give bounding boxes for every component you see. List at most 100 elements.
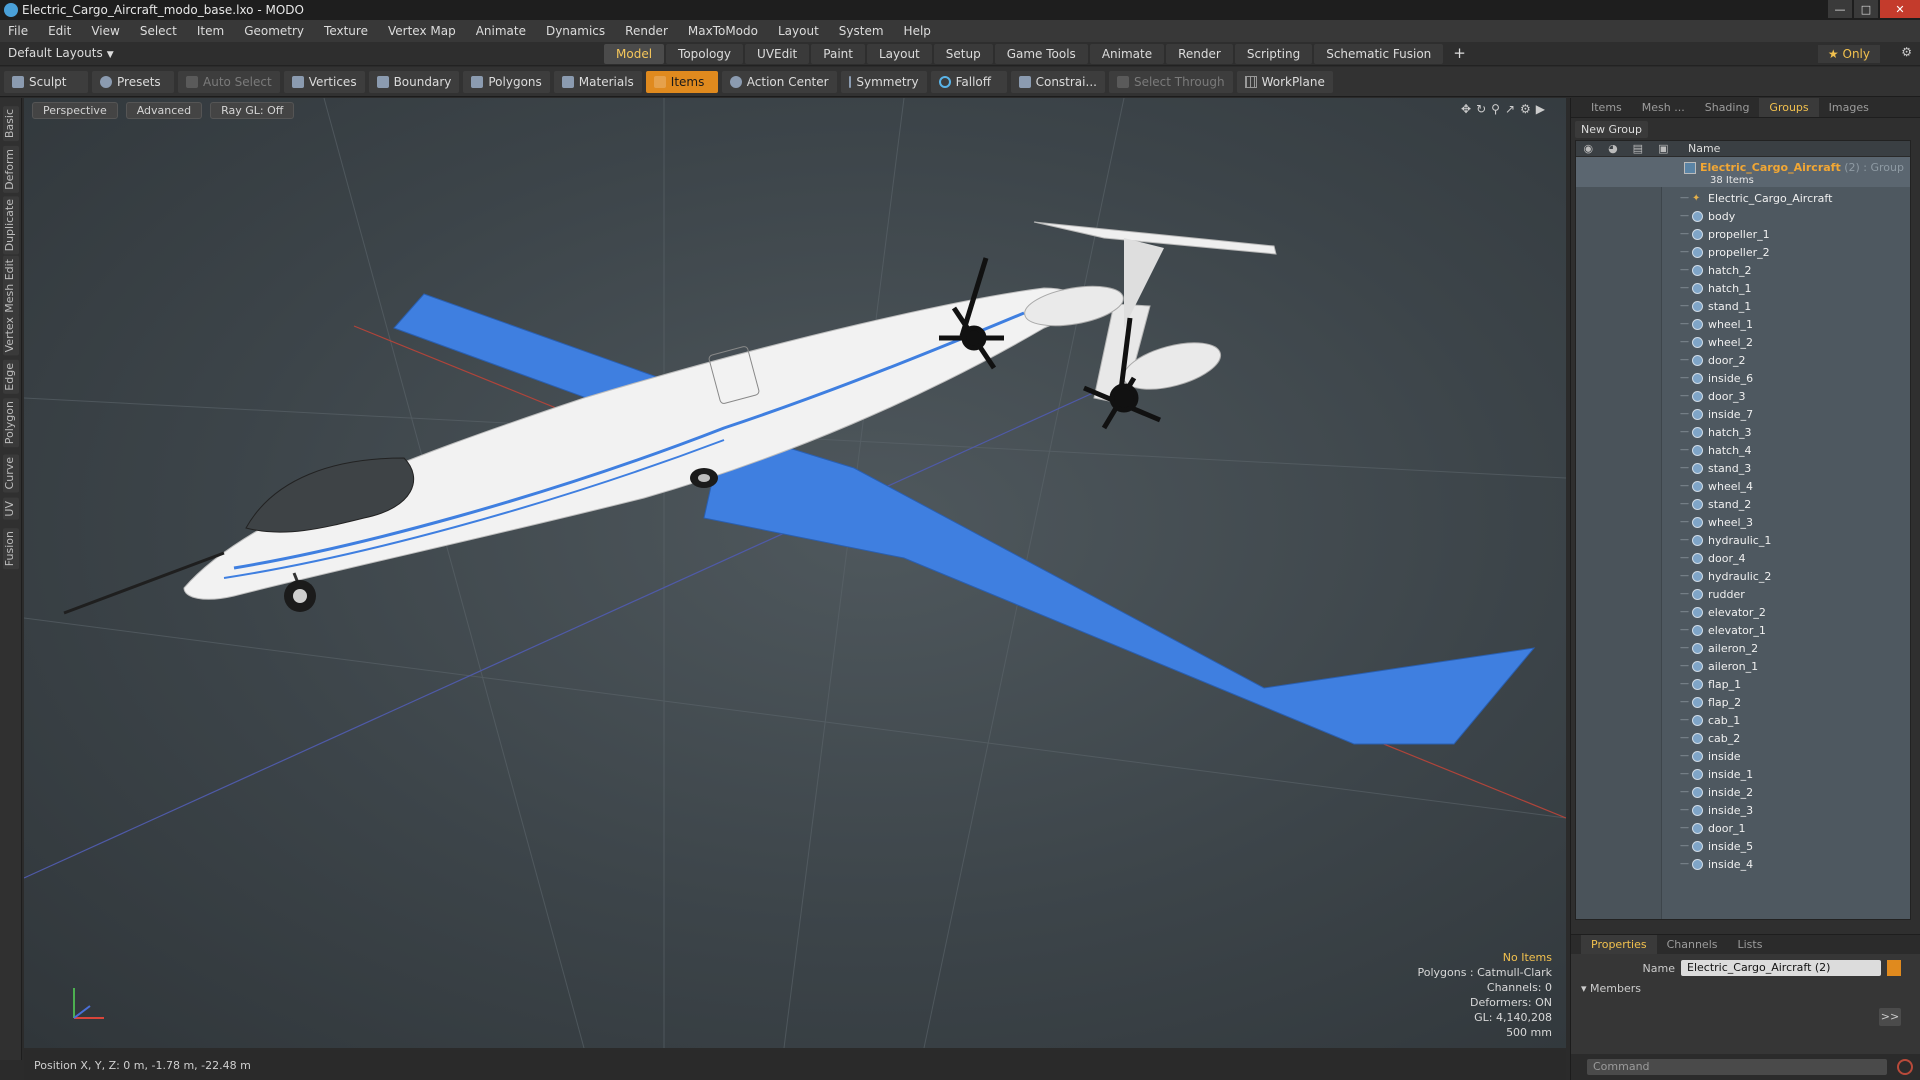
menu-render[interactable]: Render xyxy=(625,24,668,38)
render-icon[interactable]: ◕ xyxy=(1608,142,1618,155)
groups-tree[interactable]: ◉ ◕ ▤ ▣ Name Electric_Cargo_Aircraft (2) : … xyxy=(1575,140,1911,920)
3d-viewport[interactable]: Perspective Advanced Ray GL: Off ✥↻⚲↗⚙▶ … xyxy=(24,98,1566,1048)
vtab-edge[interactable]: Edge xyxy=(3,360,19,394)
group-member-row[interactable]: — wheel_2 xyxy=(1576,333,1910,351)
menu-maxtomodo[interactable]: MaxToModo xyxy=(688,24,758,38)
symmetry-button[interactable]: Symmetry xyxy=(840,70,927,93)
group-color-swatch[interactable] xyxy=(1887,960,1901,976)
tab-scripting[interactable]: Scripting xyxy=(1234,44,1313,64)
eye-icon[interactable]: ◉ xyxy=(1583,142,1593,155)
tab-mesh[interactable]: Mesh ... xyxy=(1632,98,1695,117)
group-member-row[interactable]: — inside_2 xyxy=(1576,783,1910,801)
group-member-row[interactable]: — stand_2 xyxy=(1576,495,1910,513)
polygons-button[interactable]: Polygons xyxy=(463,70,550,93)
fit-icon[interactable]: ↗ xyxy=(1505,102,1520,116)
close-icon[interactable]: ✕ xyxy=(1880,0,1920,18)
pan-icon[interactable]: ✥ xyxy=(1461,102,1476,116)
menu-texture[interactable]: Texture xyxy=(324,24,368,38)
only-toggle[interactable]: ★ Only xyxy=(1817,45,1880,63)
group-member-row[interactable]: — aileron_1 xyxy=(1576,657,1910,675)
group-member-row[interactable]: — propeller_2 xyxy=(1576,243,1910,261)
group-member-row[interactable]: — inside_1 xyxy=(1576,765,1910,783)
menu-item[interactable]: Item xyxy=(197,24,224,38)
tab-uvedit[interactable]: UVEdit xyxy=(745,44,810,64)
group-member-row[interactable]: — wheel_4 xyxy=(1576,477,1910,495)
group-member-row[interactable]: — inside_6 xyxy=(1576,369,1910,387)
menu-dynamics[interactable]: Dynamics xyxy=(546,24,605,38)
lock-icon[interactable]: ▤ xyxy=(1633,142,1643,155)
vtab-vertex[interactable]: Vertex xyxy=(3,314,19,356)
menu-animate[interactable]: Animate xyxy=(476,24,526,38)
group-member-row[interactable]: — hatch_2 xyxy=(1576,261,1910,279)
default-layouts-dropdown[interactable]: Default Layouts ▼ xyxy=(8,46,114,60)
select-through-button[interactable]: Select Through xyxy=(1108,70,1233,93)
menu-view[interactable]: View xyxy=(91,24,119,38)
group-member-row[interactable]: — flap_1 xyxy=(1576,675,1910,693)
presets-button[interactable]: Presets xyxy=(92,70,174,93)
menu-system[interactable]: System xyxy=(839,24,884,38)
command-input[interactable]: Command xyxy=(1587,1059,1887,1075)
group-member-row[interactable]: — wheel_3 xyxy=(1576,513,1910,531)
action-center-button[interactable]: Action Center xyxy=(721,70,837,93)
group-member-row[interactable]: — rudder xyxy=(1576,585,1910,603)
boundary-button[interactable]: Boundary xyxy=(368,70,460,93)
vtab-polygon[interactable]: Polygon xyxy=(3,398,19,448)
tab-animate[interactable]: Animate xyxy=(1089,44,1165,64)
maximize-icon[interactable]: □ xyxy=(1854,0,1878,18)
group-member-row[interactable]: — hatch_3 xyxy=(1576,423,1910,441)
vtab-mesh-edit[interactable]: Mesh Edit xyxy=(3,256,19,316)
vtab-curve[interactable]: Curve xyxy=(3,454,19,493)
group-member-row[interactable]: — cab_1 xyxy=(1576,711,1910,729)
group-member-row[interactable]: — hatch_1 xyxy=(1576,279,1910,297)
menu-help[interactable]: Help xyxy=(904,24,931,38)
auto-select-button[interactable]: Auto Select xyxy=(178,70,280,93)
members-section[interactable]: ▾ Members xyxy=(1581,982,1641,995)
group-member-row[interactable]: — door_1 xyxy=(1576,819,1910,837)
shading-mode-dropdown[interactable]: Advanced xyxy=(125,102,203,119)
minimize-icon[interactable]: — xyxy=(1828,0,1852,18)
group-member-row[interactable]: — inside_7 xyxy=(1576,405,1910,423)
name-field[interactable]: Electric_Cargo_Aircraft (2) xyxy=(1681,960,1881,976)
group-member-row[interactable]: — stand_1 xyxy=(1576,297,1910,315)
menu-layout[interactable]: Layout xyxy=(778,24,819,38)
workplane-button[interactable]: WorkPlane xyxy=(1236,70,1333,93)
group-member-row[interactable]: — door_4 xyxy=(1576,549,1910,567)
rotate-icon[interactable]: ↻ xyxy=(1476,102,1491,116)
group-member-row[interactable]: — flap_2 xyxy=(1576,693,1910,711)
group-member-row[interactable]: — door_2 xyxy=(1576,351,1910,369)
group-member-row[interactable]: — propeller_1 xyxy=(1576,225,1910,243)
view-mode-dropdown[interactable]: Perspective xyxy=(32,102,118,119)
constraints-button[interactable]: Constrai... xyxy=(1010,70,1105,93)
raygl-toggle[interactable]: Ray GL: Off xyxy=(210,102,295,119)
menu-geometry[interactable]: Geometry xyxy=(244,24,304,38)
group-member-row[interactable]: — inside_4 xyxy=(1576,855,1910,873)
zoom-icon[interactable]: ⚲ xyxy=(1491,102,1505,116)
tab-properties[interactable]: Properties xyxy=(1581,935,1657,954)
group-row[interactable]: Electric_Cargo_Aircraft (2) : Group 38 I… xyxy=(1576,157,1910,187)
group-member-row[interactable]: — body xyxy=(1576,207,1910,225)
tab-paint[interactable]: Paint xyxy=(811,44,865,64)
gear-icon[interactable]: ⚙ xyxy=(1901,45,1912,59)
menu-file[interactable]: File xyxy=(8,24,28,38)
group-member-row[interactable]: — stand_3 xyxy=(1576,459,1910,477)
tab-game-tools[interactable]: Game Tools xyxy=(994,44,1088,64)
group-member-row[interactable]: — aileron_2 xyxy=(1576,639,1910,657)
tab-channels[interactable]: Channels xyxy=(1657,935,1728,954)
items-button[interactable]: Items xyxy=(645,70,718,93)
tab-items[interactable]: Items xyxy=(1581,98,1632,117)
group-member-row[interactable]: — inside_5 xyxy=(1576,837,1910,855)
select-icon[interactable]: ▣ xyxy=(1658,142,1668,155)
group-member-row[interactable]: — hydraulic_2 xyxy=(1576,567,1910,585)
tab-lists[interactable]: Lists xyxy=(1728,935,1773,954)
tab-schematic-fusion[interactable]: Schematic Fusion xyxy=(1314,44,1444,64)
menu-edit[interactable]: Edit xyxy=(48,24,71,38)
tab-topology[interactable]: Topology xyxy=(666,44,744,64)
materials-button[interactable]: Materials xyxy=(553,70,642,93)
tab-groups[interactable]: Groups xyxy=(1759,98,1819,117)
sculpt-button[interactable]: Sculpt xyxy=(4,70,88,93)
tab-shading[interactable]: Shading xyxy=(1695,98,1760,117)
group-member-row[interactable]: — inside xyxy=(1576,747,1910,765)
vtab-uv[interactable]: UV xyxy=(3,498,19,520)
viewport-gear-icon[interactable]: ⚙ xyxy=(1520,102,1536,116)
tab-model[interactable]: Model xyxy=(604,44,665,64)
